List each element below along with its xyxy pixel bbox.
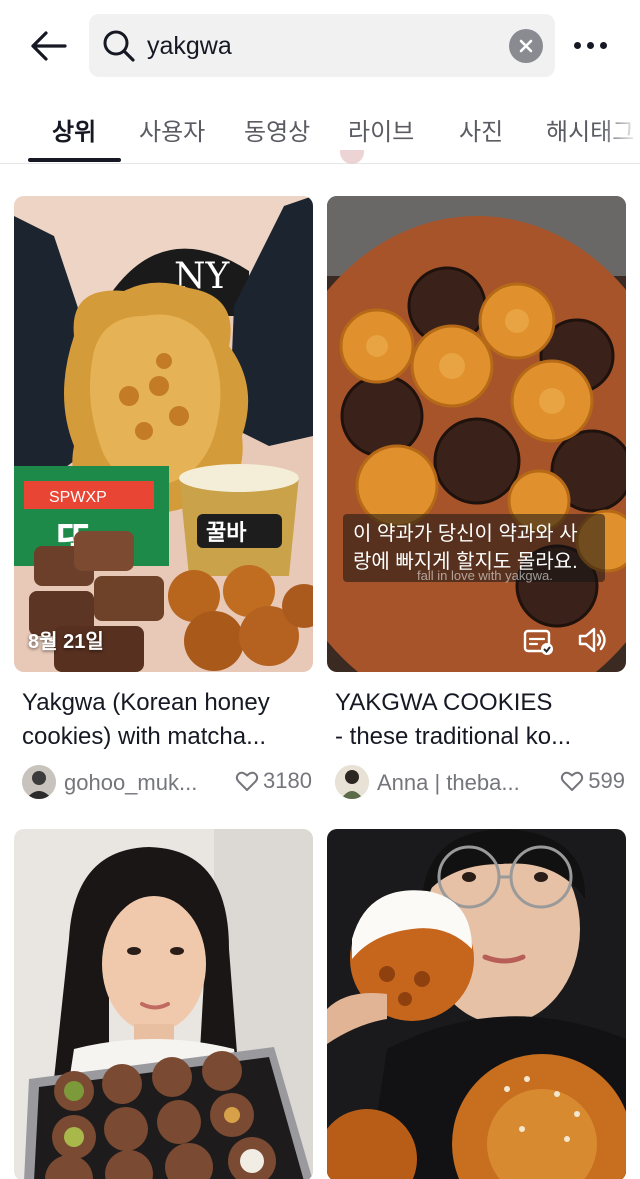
search-field[interactable]: yakgwa bbox=[89, 14, 555, 77]
cup-label: 꿀바 bbox=[206, 521, 247, 546]
tab-videos[interactable]: 동영상 bbox=[244, 112, 310, 147]
back-arrow-icon[interactable] bbox=[24, 24, 72, 68]
tab-fade bbox=[600, 92, 640, 162]
username[interactable]: gohoo_muk... bbox=[64, 770, 214, 796]
tab-photos[interactable]: 사진 bbox=[459, 112, 503, 147]
search-tabs: 상위 사용자 동영상 라이브 사진 해시태그 bbox=[0, 92, 640, 164]
avatar[interactable] bbox=[22, 765, 56, 799]
tab-users[interactable]: 사용자 bbox=[139, 112, 205, 147]
video-card[interactable]: NY SPWXP 또 꿀바 8월 21일 Yakgwa (Korean hone… bbox=[14, 196, 313, 816]
caption-subtitle: fall in love with yakgwa. bbox=[417, 568, 553, 583]
video-card[interactable] bbox=[14, 829, 313, 1179]
like-count: 3180 bbox=[235, 768, 312, 794]
video-meta: Anna | theba... 599 bbox=[335, 764, 625, 800]
heart-icon bbox=[561, 771, 584, 791]
search-input[interactable]: yakgwa bbox=[147, 32, 232, 61]
video-thumbnail[interactable] bbox=[327, 829, 626, 1179]
active-tab-indicator bbox=[28, 158, 121, 162]
post-date: 8월 21일 bbox=[28, 631, 104, 653]
tab-live[interactable]: 라이브 bbox=[348, 112, 414, 147]
search-icon bbox=[103, 30, 135, 62]
video-card[interactable]: 이 약과가 당신이 약과와 사랑에 빠지게 할지도 몰라요. fall in l… bbox=[327, 196, 626, 816]
avatar[interactable] bbox=[335, 765, 369, 799]
more-options-icon[interactable] bbox=[568, 30, 612, 60]
box-label: SPWXP bbox=[49, 489, 107, 506]
video-title[interactable]: Yakgwa (Korean honey cookies) with match… bbox=[22, 686, 310, 754]
clear-search-icon[interactable] bbox=[509, 29, 543, 63]
heart-icon bbox=[235, 771, 259, 791]
tab-top[interactable]: 상위 bbox=[52, 112, 96, 147]
video-card[interactable] bbox=[327, 829, 626, 1179]
top-bar: yakgwa bbox=[0, 0, 640, 92]
like-count: 599 bbox=[560, 768, 625, 794]
video-thumbnail[interactable]: 이 약과가 당신이 약과와 사랑에 빠지게 할지도 몰라요. fall in l… bbox=[327, 196, 626, 672]
video-meta: gohoo_muk... 3180 bbox=[22, 764, 312, 800]
video-thumbnail[interactable]: NY SPWXP 또 꿀바 8월 21일 bbox=[14, 196, 313, 672]
video-thumbnail[interactable] bbox=[14, 829, 313, 1179]
video-title[interactable]: YAKGWA COOKIES - these traditional ko... bbox=[335, 686, 623, 754]
caption-icon[interactable] bbox=[523, 628, 555, 656]
volume-icon[interactable] bbox=[577, 626, 609, 654]
username[interactable]: Anna | theba... bbox=[377, 770, 527, 796]
